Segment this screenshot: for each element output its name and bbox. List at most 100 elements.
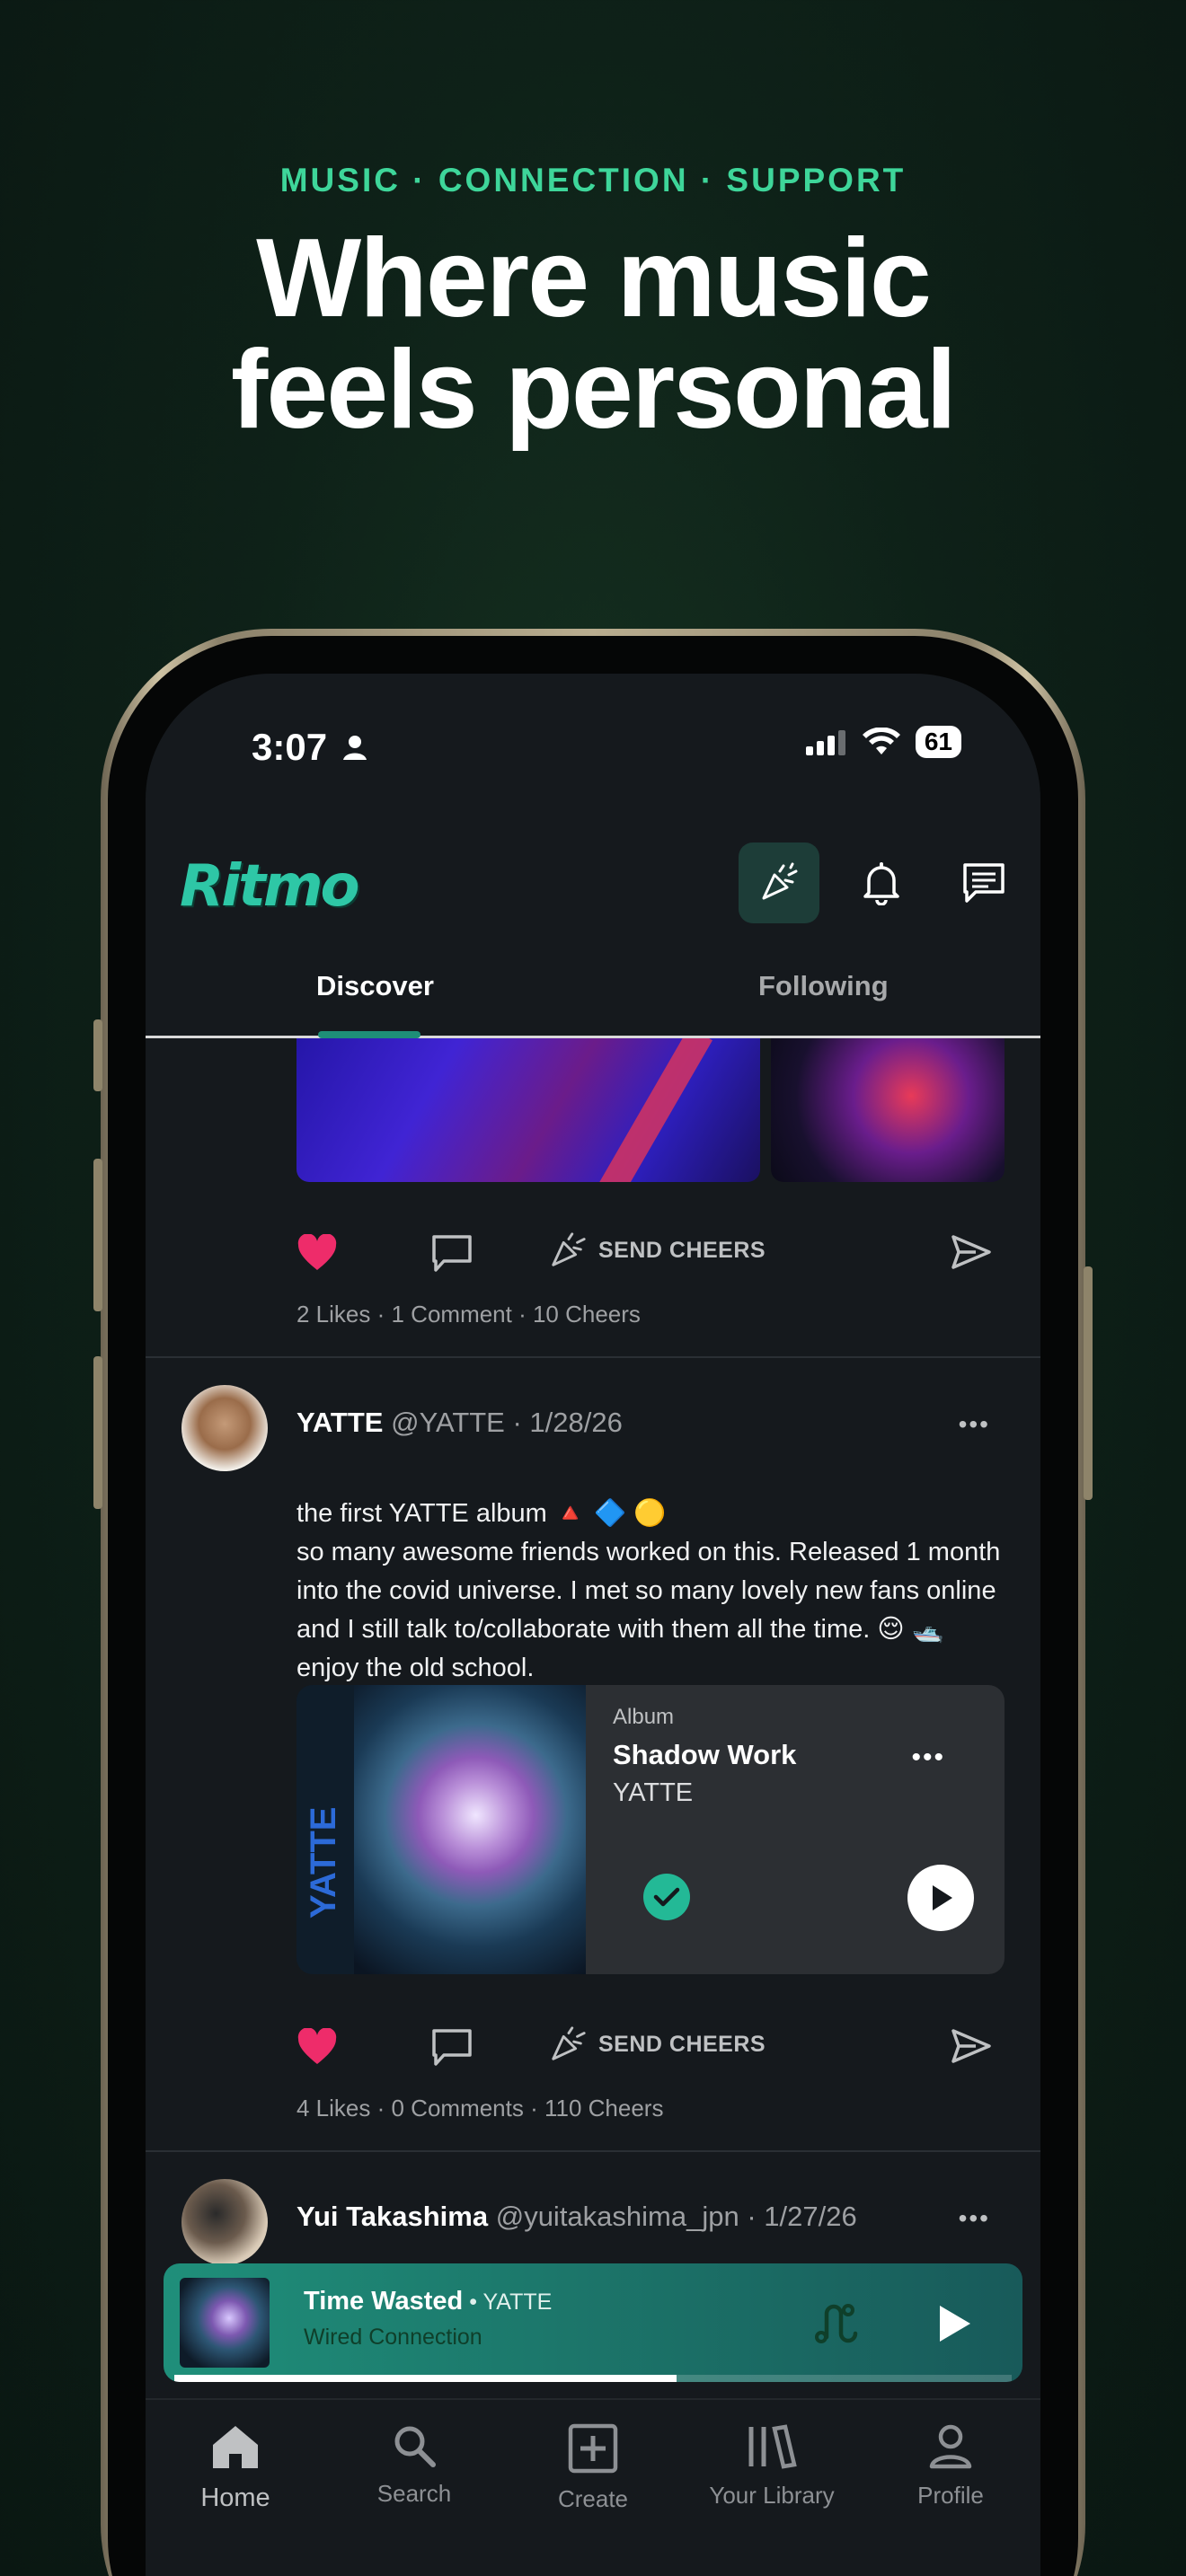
- status-time: 3:07: [252, 726, 368, 769]
- album-artist[interactable]: YATTE: [613, 1778, 693, 1808]
- playback-progress-fill: [174, 2375, 677, 2382]
- heart-icon[interactable]: [296, 1234, 338, 1272]
- battery-indicator: 61: [915, 726, 961, 758]
- post-text-line: the first YATTE album 🔺 🔷 🟡: [296, 1499, 667, 1528]
- album-cover-spine-text: YATTE: [304, 1806, 343, 1919]
- post-text-line: and I still talk to/collaborate with the…: [296, 1615, 944, 1644]
- check-icon: [653, 1887, 680, 1907]
- profile-icon: [929, 2424, 972, 2469]
- post-author[interactable]: Yui Takashima @yuitakashima_jpn · 1/27/2…: [296, 2201, 857, 2233]
- track-artist: • YATTE: [463, 2289, 553, 2315]
- post-text-line: into the covid universe. I met so many l…: [296, 1576, 996, 1605]
- track-title: Time Wasted: [304, 2287, 464, 2316]
- album-play-button[interactable]: [907, 1865, 974, 1931]
- album-title[interactable]: Shadow Work: [613, 1739, 796, 1771]
- phone-side-button: [93, 1019, 102, 1091]
- nav-create[interactable]: Create: [508, 2423, 678, 2513]
- mini-player-device: Wired Connection: [304, 2325, 482, 2350]
- post-more-button[interactable]: •••: [959, 1410, 990, 1439]
- album-cover-spine: YATTE: [296, 1685, 354, 1974]
- post-divider: [146, 1356, 1040, 1358]
- post-photo[interactable]: [296, 1038, 760, 1182]
- active-tab-indicator: [318, 1031, 420, 1038]
- library-icon: [748, 2424, 797, 2469]
- send-cheers-label: SEND CHEERS: [598, 1237, 766, 1263]
- post-stats[interactable]: 4 Likes · 0 Comments · 110 Cheers: [296, 2095, 663, 2122]
- promo-headline: Where music feels personal: [0, 223, 1186, 446]
- nav-label: Create: [557, 2485, 629, 2512]
- cheers-icon: [762, 862, 798, 900]
- post-actions: SEND CHEERS: [296, 2019, 997, 2073]
- play-icon[interactable]: [934, 2303, 974, 2344]
- nav-home[interactable]: Home: [150, 2423, 321, 2513]
- phone-side-button: [93, 1159, 102, 1311]
- notifications-button[interactable]: [841, 842, 922, 923]
- heart-icon[interactable]: [296, 2028, 338, 2066]
- app-logo[interactable]: Ritmo: [180, 853, 359, 920]
- post-media[interactable]: [296, 1038, 1005, 1182]
- album-type: Album: [613, 1705, 675, 1729]
- feed-tabs: Discover Following: [146, 952, 1040, 1038]
- post-text: the first YATTE album 🔺 🔷 🟡 so many awes…: [296, 1495, 1006, 1688]
- send-cheers-label: SEND CHEERS: [598, 2031, 766, 2057]
- saved-check-button[interactable]: [643, 1874, 690, 1920]
- tab-discover[interactable]: Discover: [316, 970, 434, 1002]
- post-photo[interactable]: [771, 1038, 1005, 1182]
- app-header: Ritmo: [146, 817, 1040, 952]
- send-cheers-button[interactable]: SEND CHEERS: [548, 1231, 766, 1270]
- playback-progress[interactable]: [174, 2375, 1012, 2382]
- post-author[interactable]: YATTE @YATTE · 1/28/26: [296, 1407, 623, 1439]
- connect-device-icon[interactable]: [814, 2301, 859, 2346]
- album-cover[interactable]: YATTE: [296, 1685, 586, 1974]
- phone-screen: 3:07 61 Ritmo Discover Following SEND CH…: [146, 674, 1040, 2576]
- phone-side-button: [1084, 1266, 1093, 1500]
- status-time-text: 3:07: [252, 726, 328, 768]
- comment-icon[interactable]: [431, 1234, 473, 1274]
- send-cheers-button[interactable]: SEND CHEERS: [548, 2025, 766, 2064]
- cheers-icon: [552, 1232, 586, 1266]
- nav-label: Profile: [917, 2482, 984, 2509]
- play-icon: [933, 1885, 952, 1910]
- nav-label: Home: [200, 2483, 270, 2512]
- post-more-button[interactable]: •••: [959, 2204, 990, 2233]
- author-name[interactable]: YATTE: [296, 1407, 383, 1438]
- nav-label: Your Library: [709, 2482, 835, 2509]
- author-handle-date: @YATTE · 1/28/26: [391, 1407, 623, 1438]
- messages-icon: [963, 863, 1005, 903]
- comment-icon[interactable]: [431, 2028, 473, 2068]
- cheers-button[interactable]: [739, 842, 819, 923]
- signal-icon: [805, 730, 845, 755]
- avatar[interactable]: [181, 2179, 268, 2265]
- post-stats[interactable]: 2 Likes · 1 Comment · 10 Cheers: [296, 1301, 641, 1328]
- tab-following[interactable]: Following: [758, 970, 889, 1002]
- headline-line-2: feels personal: [231, 328, 957, 452]
- person-icon: [342, 736, 367, 760]
- avatar[interactable]: [181, 1385, 268, 1471]
- mini-player[interactable]: Time Wasted • YATTE Wired Connection: [164, 2263, 1022, 2382]
- nav-profile[interactable]: Profile: [865, 2423, 1036, 2510]
- nav-library[interactable]: Your Library: [686, 2423, 857, 2510]
- share-icon[interactable]: [951, 2028, 992, 2064]
- headline-line-1: Where music: [256, 216, 932, 340]
- mini-player-title[interactable]: Time Wasted • YATTE: [304, 2287, 552, 2316]
- post-text-line: enjoy the old school.: [296, 1654, 535, 1682]
- bell-icon: [863, 862, 899, 905]
- messages-button[interactable]: [943, 842, 1024, 923]
- author-handle-date: @yuitakashima_jpn · 1/27/26: [495, 2201, 857, 2232]
- share-icon[interactable]: [951, 1234, 992, 1270]
- post-header: Yui Takashima @yuitakashima_jpn · 1/27/2…: [181, 2179, 1005, 2269]
- mini-player-artwork[interactable]: [180, 2278, 270, 2368]
- album-more-button[interactable]: •••: [911, 1742, 945, 1773]
- author-name[interactable]: Yui Takashima: [296, 2201, 488, 2232]
- album-card[interactable]: YATTE Album Shadow Work YATTE •••: [296, 1685, 1005, 1974]
- phone-side-button: [93, 1356, 102, 1509]
- post-text-line: so many awesome friends worked on this. …: [296, 1538, 1001, 1566]
- nav-label: Search: [376, 2480, 452, 2507]
- post-actions: SEND CHEERS: [296, 1225, 997, 1279]
- nav-search[interactable]: Search: [329, 2423, 500, 2508]
- wifi-icon: [862, 728, 900, 754]
- promo-tagline: MUSIC · CONNECTION · SUPPORT: [279, 162, 907, 198]
- create-icon: [568, 2423, 618, 2474]
- post-header: YATTE @YATTE · 1/28/26 •••: [181, 1385, 1005, 1475]
- status-bar: 3:07 61: [146, 674, 1040, 817]
